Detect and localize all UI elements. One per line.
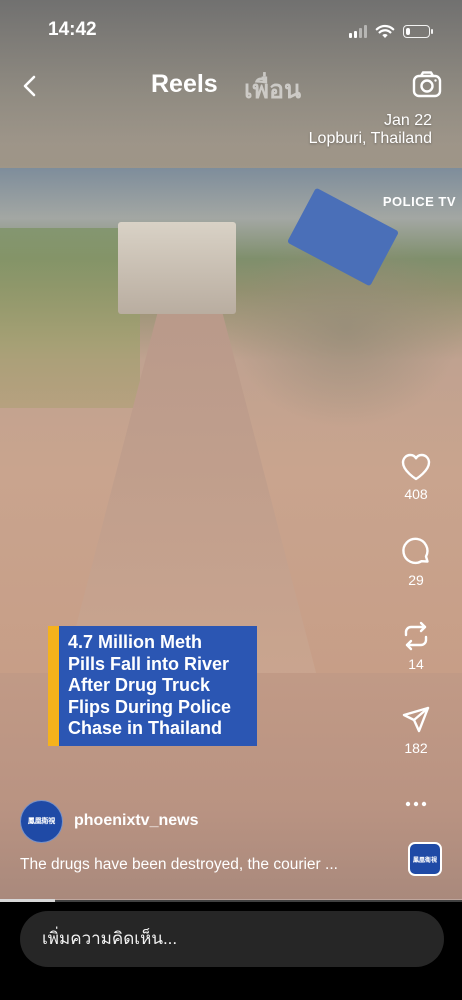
post-caption[interactable]: The drugs have been destroyed, the couri… <box>20 856 380 874</box>
repost-count: 14 <box>408 656 424 672</box>
post-author[interactable]: 鳳凰衛視 phoenixtv_news <box>20 799 198 843</box>
video-truck-scene <box>118 222 236 314</box>
tab-reels[interactable]: Reels <box>151 70 218 99</box>
wifi-icon <box>375 24 395 38</box>
reels-header: Reels เพื่อน <box>0 64 462 108</box>
like-button[interactable]: 408 <box>390 452 442 502</box>
camera-icon[interactable] <box>410 68 444 102</box>
headline-line: Flips During Police <box>68 696 232 717</box>
send-icon[interactable] <box>400 704 432 736</box>
headline-line: After Drug Truck <box>68 675 211 695</box>
comment-input[interactable] <box>20 911 444 967</box>
more-button[interactable] <box>390 792 442 816</box>
headline-line: Chase in Thailand <box>68 718 223 738</box>
reel-video-frame[interactable]: POLICE TV <box>0 168 462 673</box>
status-icons <box>349 22 433 40</box>
video-location-text: Lopburi, Thailand <box>308 130 432 147</box>
signal-icon <box>349 24 367 38</box>
comment-icon[interactable] <box>400 536 432 568</box>
battery-icon <box>403 24 433 38</box>
username[interactable]: phoenixtv_news <box>74 812 198 830</box>
police-tv-watermark: POLICE TV <box>382 194 456 209</box>
avatar-logo-text: 鳳凰衛視 <box>27 818 56 825</box>
audio-thumbnail-text: 鳳凰衛視 <box>412 857 437 864</box>
headline-line: 4.7 Million Meth <box>68 632 203 652</box>
avatar[interactable]: 鳳凰衛視 <box>20 799 63 843</box>
repost-button[interactable]: 14 <box>390 620 442 672</box>
video-date-text: Jan 22 <box>383 112 432 129</box>
audio-thumbnail[interactable]: 鳳凰衛視 <box>408 842 442 876</box>
video-date-location-overlay: Jan 22 Lopburi, Thailand <box>309 112 432 148</box>
tab-friends[interactable]: เพื่อน <box>244 70 301 110</box>
repost-icon[interactable] <box>400 620 432 652</box>
battery-level-fill <box>406 27 410 35</box>
share-button[interactable]: 182 <box>390 704 442 756</box>
comment-button[interactable]: 29 <box>390 536 442 588</box>
status-time: 14:42 <box>48 19 97 40</box>
chevron-left-icon[interactable] <box>16 70 46 102</box>
more-icon[interactable] <box>400 792 432 816</box>
headline-line: Pills Fall into River <box>68 653 230 674</box>
comment-bar <box>0 902 462 1000</box>
comment-count: 29 <box>408 572 424 588</box>
video-headline-card: 4.7 Million Meth Pills Fall into River A… <box>48 626 257 746</box>
heart-icon[interactable] <box>400 452 432 482</box>
like-count: 408 <box>404 486 428 502</box>
share-count: 182 <box>404 740 428 756</box>
